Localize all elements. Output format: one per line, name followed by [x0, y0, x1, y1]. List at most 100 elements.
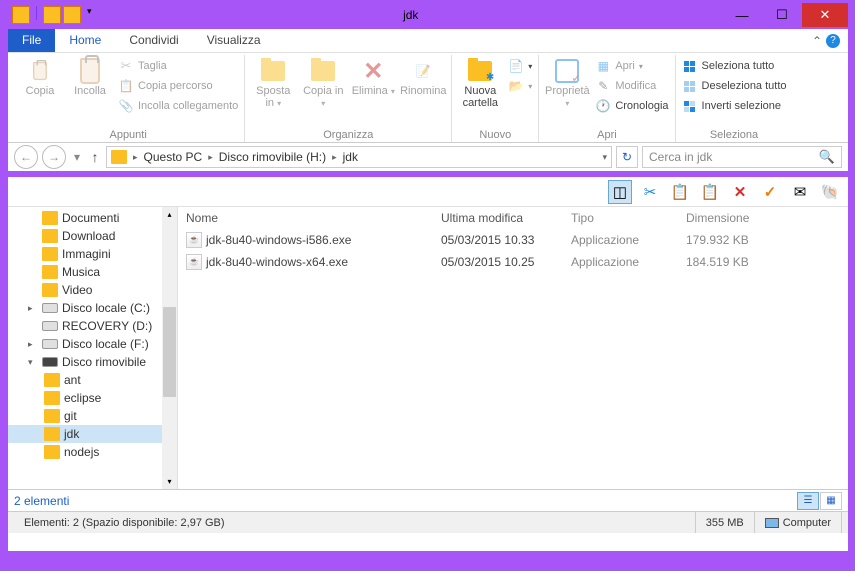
qat-newfolder-icon[interactable]	[63, 6, 81, 24]
file-size: 179.932 KB	[678, 231, 768, 249]
new-item-button[interactable]: 📄▾	[506, 57, 534, 75]
file-type: Applicazione	[563, 253, 678, 271]
recent-dropdown[interactable]: ▾	[70, 145, 84, 169]
exe-icon	[186, 254, 202, 270]
up-button[interactable]: ↑	[88, 145, 102, 169]
content-area: Documenti Download Immagini Musica Video…	[8, 207, 848, 489]
tree-disk-f[interactable]: ▸Disco locale (F:)	[8, 335, 177, 353]
copy-path-button[interactable]: 📋Copia percorso	[116, 77, 240, 95]
status-size: 355 MB	[696, 512, 755, 533]
view-details-button[interactable]: ☰	[797, 492, 819, 510]
open-button[interactable]: ▦Apri ▾	[593, 57, 670, 75]
back-button[interactable]: ←	[14, 145, 38, 169]
tree-git[interactable]: git	[8, 407, 177, 425]
address-bar[interactable]: ▸ Questo PC ▸ Disco rimovibile (H:) ▸ jd…	[106, 146, 612, 168]
tool-shell-icon[interactable]: 🐚	[818, 180, 842, 204]
file-name: jdk-8u40-windows-x64.exe	[206, 255, 348, 269]
move-to-button[interactable]: Sposta in ▾	[249, 55, 297, 111]
item-count: 2 elementi	[14, 494, 69, 508]
window-title: jdk	[100, 8, 722, 22]
refresh-button[interactable]: ↻	[616, 146, 638, 168]
paste-link-button[interactable]: 📎Incolla collegamento	[116, 97, 240, 115]
tool-check-icon[interactable]: ✓	[758, 180, 782, 204]
search-icon: 🔍	[819, 149, 835, 165]
tab-home[interactable]: Home	[55, 29, 115, 52]
tree-disk-c[interactable]: ▸Disco locale (C:)	[8, 299, 177, 317]
exe-icon	[186, 232, 202, 248]
delete-button[interactable]: ✕Elimina ▾	[349, 55, 397, 99]
tool-panes-icon[interactable]: ◫	[608, 180, 632, 204]
rename-button[interactable]: 📝Rinomina	[399, 55, 447, 99]
search-input[interactable]: Cerca in jdk 🔍	[642, 146, 842, 168]
qat-properties-icon[interactable]	[43, 6, 61, 24]
properties-button[interactable]: Proprietà ▾	[543, 55, 591, 111]
select-all-button[interactable]: Seleziona tutto	[680, 57, 789, 75]
column-headers: Nome Ultima modifica Tipo Dimensione	[178, 207, 848, 229]
tree-download[interactable]: Download	[8, 227, 177, 245]
qat-dropdown[interactable]: ▾	[83, 6, 96, 24]
minimize-button[interactable]: —	[722, 3, 762, 27]
breadcrumb-drive[interactable]: Disco rimovibile (H:)	[215, 150, 330, 164]
view-icons-button[interactable]: ▦	[820, 492, 842, 510]
tree-documents[interactable]: Documenti	[8, 209, 177, 227]
tree-nodejs[interactable]: nodejs	[8, 443, 177, 461]
file-row[interactable]: jdk-8u40-windows-i586.exe 05/03/2015 10.3…	[178, 229, 848, 251]
ribbon-tabs: File Home Condividi Visualizza ⌃ ?	[8, 29, 848, 53]
file-list[interactable]: Nome Ultima modifica Tipo Dimensione jdk…	[178, 207, 848, 489]
tool-cut-icon[interactable]: ✂	[638, 180, 662, 204]
tree-jdk[interactable]: jdk	[8, 425, 177, 443]
new-folder-button[interactable]: Nuova cartella	[456, 55, 504, 111]
tool-paste-icon[interactable]: 📋	[698, 180, 722, 204]
tree-removable[interactable]: ▾Disco rimovibile	[8, 353, 177, 371]
tree-video[interactable]: Video	[8, 281, 177, 299]
ribbon: Copia Incolla Taglia 📋Copia percorso 📎In…	[8, 53, 848, 143]
tree-eclipse[interactable]: eclipse	[8, 389, 177, 407]
status-bar-2: Elementi: 2 (Spazio disponibile: 2,97 GB…	[8, 511, 848, 533]
file-size: 184.519 KB	[678, 253, 768, 271]
tree-music[interactable]: Musica	[8, 263, 177, 281]
col-modified[interactable]: Ultima modifica	[433, 207, 563, 229]
tree-images[interactable]: Immagini	[8, 245, 177, 263]
minimize-ribbon-button[interactable]: ⌃	[812, 34, 822, 48]
file-type: Applicazione	[563, 231, 678, 249]
copy-button[interactable]: Copia	[16, 55, 64, 99]
tree-recovery[interactable]: RECOVERY (D:)	[8, 317, 177, 335]
title-bar: ▾ jdk — ☐ ✕	[8, 1, 848, 29]
edit-button[interactable]: ✎Modifica	[593, 77, 670, 95]
breadcrumb-root[interactable]: Questo PC	[140, 150, 207, 164]
status-computer: Computer	[755, 512, 842, 533]
tree-ant[interactable]: ant	[8, 371, 177, 389]
col-name[interactable]: Nome	[178, 207, 433, 229]
tool-copy-icon[interactable]: 📋	[668, 180, 692, 204]
paste-button[interactable]: Incolla	[66, 55, 114, 99]
address-dropdown[interactable]: ▾	[602, 152, 607, 163]
folder-icon	[111, 150, 127, 164]
cut-button[interactable]: Taglia	[116, 57, 240, 75]
col-size[interactable]: Dimensione	[678, 207, 768, 229]
nav-tree[interactable]: Documenti Download Immagini Musica Video…	[8, 207, 178, 489]
forward-button[interactable]: →	[42, 145, 66, 169]
tool-mail-icon[interactable]: ✉	[788, 180, 812, 204]
status-bar-1: 2 elementi ☰ ▦	[8, 489, 848, 511]
tab-share[interactable]: Condividi	[115, 29, 192, 52]
copy-to-button[interactable]: Copia in ▾	[299, 55, 347, 111]
tool-delete-icon[interactable]: ✕	[728, 180, 752, 204]
easy-access-button[interactable]: 📂▾	[506, 77, 534, 95]
select-none-button[interactable]: Deseleziona tutto	[680, 77, 789, 95]
tree-scrollbar[interactable]: ▴ ▾	[162, 207, 177, 489]
col-type[interactable]: Tipo	[563, 207, 678, 229]
file-modified: 05/03/2015 10.33	[433, 231, 563, 249]
file-row[interactable]: jdk-8u40-windows-x64.exe 05/03/2015 10.25…	[178, 251, 848, 273]
tab-file[interactable]: File	[8, 29, 55, 52]
tab-view[interactable]: Visualizza	[193, 29, 275, 52]
maximize-button[interactable]: ☐	[762, 3, 802, 27]
breadcrumb-folder[interactable]: jdk	[339, 150, 362, 164]
history-button[interactable]: 🕐Cronologia	[593, 97, 670, 115]
close-button[interactable]: ✕	[802, 3, 848, 27]
app-icon	[12, 6, 30, 24]
invert-selection-button[interactable]: Inverti selezione	[680, 97, 789, 115]
help-icon[interactable]: ?	[826, 34, 840, 48]
file-modified: 05/03/2015 10.25	[433, 253, 563, 271]
file-name: jdk-8u40-windows-i586.exe	[206, 233, 351, 247]
status-detail: Elementi: 2 (Spazio disponibile: 2,97 GB…	[14, 512, 696, 533]
